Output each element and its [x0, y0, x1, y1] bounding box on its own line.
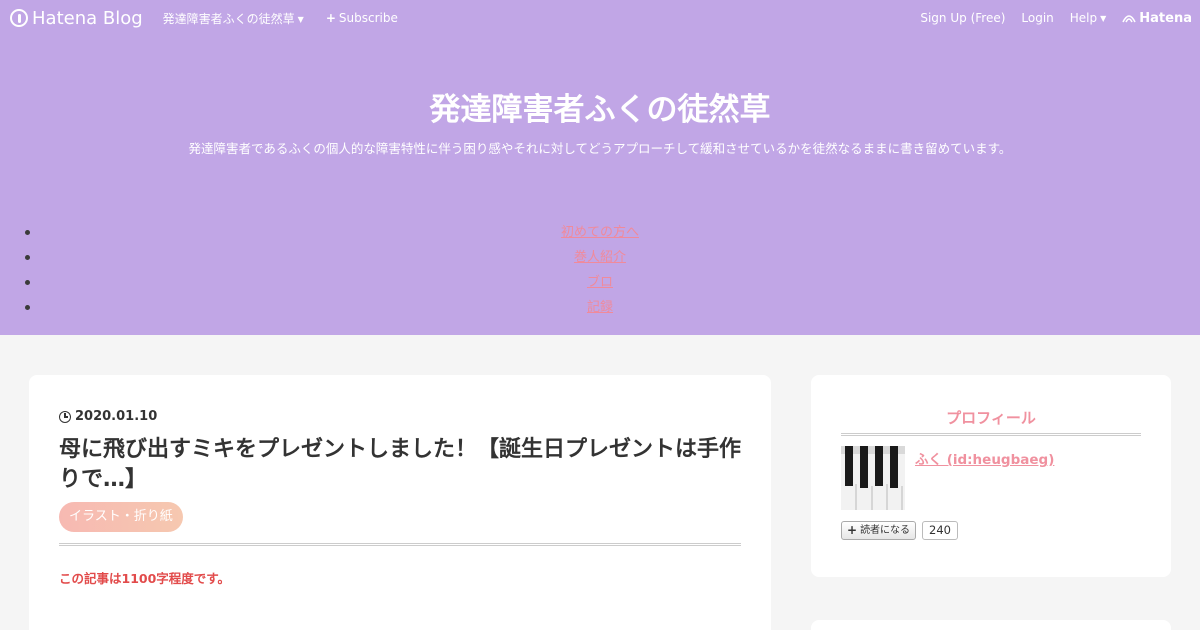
profile-avatar[interactable] — [841, 446, 905, 510]
profile-module: プロフィール ふく (id:heugbaeg) + 読者になる 240 — [811, 375, 1171, 577]
help-label: Help — [1069, 11, 1098, 25]
hatena-global-bar: Hatena Blog 発達障害者ふくの徒然草 ▼ + Subscribe Sign… — [0, 0, 1200, 36]
nav-link-profile[interactable]: 巻人紹介 — [574, 250, 626, 265]
caret-down-icon: ▼ — [297, 14, 304, 24]
category-tag[interactable]: イラスト・折り紙 — [59, 502, 183, 532]
nav-item: 巻人紹介 — [0, 245, 1200, 270]
profile-module-title: プロフィール — [946, 409, 1036, 427]
blog-menu-label: 発達障害者ふくの徒然草 — [162, 11, 295, 26]
caret-down-icon: ▼ — [1100, 14, 1107, 23]
help-dropdown[interactable]: Help ▼ — [1070, 11, 1107, 25]
entry-card: 2020.01.10 母に飛び出すミキをプレゼントしました！【誕生日プレゼントは… — [29, 375, 771, 630]
entry-date-text: 2020.01.10 — [75, 409, 158, 424]
subscribe-label: Subscribe — [338, 11, 398, 25]
hatena-wave-icon — [1122, 15, 1136, 23]
entry-divider — [59, 543, 741, 546]
reader-count: 240 — [922, 521, 958, 540]
sidebar-module — [811, 620, 1171, 630]
global-bar-right: Sign Up (Free) Login Help ▼ Hatena — [920, 11, 1200, 26]
blog-title[interactable]: 発達障害者ふくの徒然草 — [0, 84, 1200, 129]
nav-link-records[interactable]: 記録 — [587, 300, 613, 315]
plus-icon: + — [847, 523, 858, 537]
nav-link-blog[interactable]: ブロ — [587, 275, 613, 290]
global-bar-left: Hatena Blog 発達障害者ふくの徒然草 ▼ + Subscribe — [0, 8, 420, 29]
hatena-label: Hatena — [1139, 10, 1192, 26]
blog-menu-dropdown[interactable]: 発達障害者ふくの徒然草 ▼ — [163, 10, 304, 27]
hatena-logo-icon — [10, 9, 28, 27]
piano-keys-image — [841, 446, 905, 510]
hatena-blog-logo[interactable]: Hatena Blog — [10, 8, 143, 29]
signup-link[interactable]: Sign Up (Free) — [920, 11, 1005, 25]
reading-length-notice: この記事は1100字程度です。 — [59, 571, 231, 586]
blog-description: 発達障害者であるふくの個人的な障害特性に伴う困り感やそれに対してどうアプローチし… — [188, 141, 1012, 156]
clock-icon — [59, 410, 71, 423]
subscribe-reader-button[interactable]: + 読者になる — [841, 521, 917, 540]
plus-icon: + — [325, 11, 336, 25]
logo-text: Hatena Blog — [32, 7, 143, 29]
subscribe-link[interactable]: + Subscribe — [326, 11, 398, 25]
profile-name-link[interactable]: ふく (id:heugbaeg) — [915, 448, 1054, 468]
nav-item: 初めての方へ — [0, 220, 1200, 245]
global-navigation: 初めての方へ 巻人紹介 ブロ 記録 — [0, 220, 1200, 320]
reader-button-label: 読者になる — [860, 525, 911, 536]
login-link[interactable]: Login — [1021, 11, 1053, 25]
entry-date[interactable]: 2020.01.10 — [59, 409, 157, 424]
profile-divider — [841, 433, 1141, 436]
hatena-link[interactable]: Hatena — [1122, 11, 1192, 26]
entry-title[interactable]: 母に飛び出すミキをプレゼントしました！【誕生日プレゼントは手作りで…】 — [59, 435, 749, 495]
nav-item: ブロ — [0, 270, 1200, 295]
nav-item: 記録 — [0, 295, 1200, 320]
nav-link-beginners[interactable]: 初めての方へ — [561, 225, 639, 240]
